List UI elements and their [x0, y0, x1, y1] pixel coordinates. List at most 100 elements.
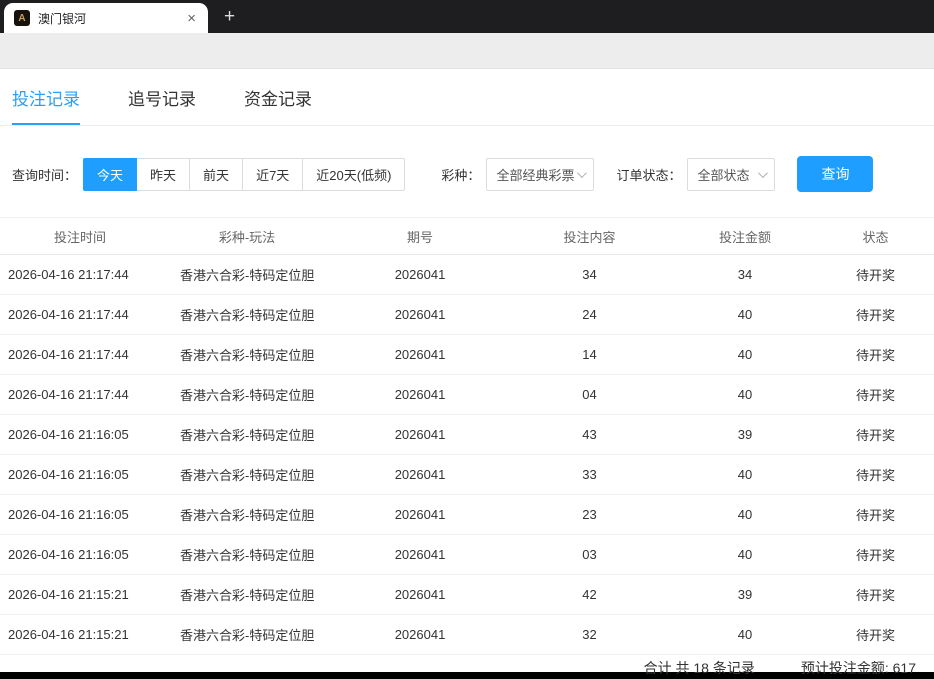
table-cell: 40 — [673, 295, 817, 335]
table-cell: 34 — [506, 255, 673, 295]
status-filter-label: 订单状态： — [616, 165, 681, 184]
table-cell: 2026041 — [334, 615, 506, 655]
table-cell: 2026-04-16 21:17:44 — [0, 255, 160, 295]
table-row: 2026-04-16 21:17:44香港六合彩-特码定位胆2026041244… — [0, 295, 934, 335]
table-cell: 2026041 — [334, 455, 506, 495]
lottery-select-value: 全部经典彩票 — [496, 165, 574, 184]
table-cell: 香港六合彩-特码定位胆 — [160, 335, 334, 375]
table-cell: 待开奖 — [817, 495, 934, 535]
record-count-text: 合计 共 18 条记录 — [644, 658, 755, 678]
site-favicon-icon: A — [14, 10, 30, 26]
table-cell: 2026-04-16 21:16:05 — [0, 415, 160, 455]
table-cell: 2026-04-16 21:17:44 — [0, 375, 160, 415]
table-header-cell: 状态 — [817, 218, 934, 255]
table-header-row: 投注时间彩种-玩法期号投注内容投注金额状态 — [0, 218, 934, 255]
table-cell: 2026041 — [334, 415, 506, 455]
table-row: 2026-04-16 21:17:44香港六合彩-特码定位胆2026041343… — [0, 255, 934, 295]
table-cell: 40 — [673, 495, 817, 535]
table-row: 2026-04-16 21:16:05香港六合彩-特码定位胆2026041234… — [0, 495, 934, 535]
time-option-1[interactable]: 昨天 — [136, 158, 190, 191]
browser-tab[interactable]: A 澳门银河 × — [4, 3, 208, 33]
table-cell: 39 — [673, 415, 817, 455]
table-row: 2026-04-16 21:15:21香港六合彩-特码定位胆2026041324… — [0, 615, 934, 655]
table-row: 2026-04-16 21:16:05香港六合彩-特码定位胆2026041433… — [0, 415, 934, 455]
table-row: 2026-04-16 21:17:44香港六合彩-特码定位胆2026041044… — [0, 375, 934, 415]
table-cell: 40 — [673, 335, 817, 375]
table-cell: 2026-04-16 21:16:05 — [0, 535, 160, 575]
table-cell: 2026041 — [334, 575, 506, 615]
time-filter-label: 查询时间： — [12, 165, 77, 184]
table-cell: 2026-04-16 21:16:05 — [0, 455, 160, 495]
table-cell: 43 — [506, 415, 673, 455]
table-body: 2026-04-16 21:17:44香港六合彩-特码定位胆2026041343… — [0, 255, 934, 655]
table-cell: 香港六合彩-特码定位胆 — [160, 455, 334, 495]
bet-records-table: 投注时间彩种-玩法期号投注内容投注金额状态 2026-04-16 21:17:4… — [0, 217, 934, 655]
table-cell: 2026-04-16 21:16:05 — [0, 495, 160, 535]
time-option-0[interactable]: 今天 — [83, 158, 137, 191]
time-filter-group: 今天昨天前天近7天近20天(低频) — [83, 158, 405, 191]
table-cell: 2026041 — [334, 255, 506, 295]
table-cell: 2026041 — [334, 335, 506, 375]
table-cell: 40 — [673, 375, 817, 415]
estimated-amount-text: 预计投注金额: 617 — [801, 658, 916, 678]
table-cell: 40 — [673, 615, 817, 655]
browser-tab-strip: A 澳门银河 × + — [0, 0, 934, 33]
table-cell: 待开奖 — [817, 255, 934, 295]
table-header-cell: 期号 — [334, 218, 506, 255]
table-cell: 香港六合彩-特码定位胆 — [160, 375, 334, 415]
table-cell: 40 — [673, 535, 817, 575]
table-header-cell: 彩种-玩法 — [160, 218, 334, 255]
filter-bar: 查询时间： 今天昨天前天近7天近20天(低频) 彩种： 全部经典彩票 订单状态：… — [0, 156, 934, 192]
table-cell: 待开奖 — [817, 535, 934, 575]
table-cell: 2026041 — [334, 295, 506, 335]
table-cell: 待开奖 — [817, 575, 934, 615]
table-cell: 04 — [506, 375, 673, 415]
status-select[interactable]: 全部状态 — [687, 158, 775, 191]
table-cell: 40 — [673, 455, 817, 495]
table-cell: 32 — [506, 615, 673, 655]
lottery-filter-label: 彩种： — [441, 165, 480, 184]
browser-tab-title: 澳门银河 — [38, 10, 183, 27]
chevron-down-icon — [758, 168, 768, 178]
table-cell: 待开奖 — [817, 615, 934, 655]
table-cell: 24 — [506, 295, 673, 335]
table-header-cell: 投注金额 — [673, 218, 817, 255]
table-cell: 香港六合彩-特码定位胆 — [160, 535, 334, 575]
table-cell: 2026041 — [334, 375, 506, 415]
table-cell: 待开奖 — [817, 375, 934, 415]
table-cell: 香港六合彩-特码定位胆 — [160, 255, 334, 295]
table-cell: 香港六合彩-特码定位胆 — [160, 295, 334, 335]
table-cell: 2026041 — [334, 535, 506, 575]
table-row: 2026-04-16 21:17:44香港六合彩-特码定位胆2026041144… — [0, 335, 934, 375]
table-cell: 14 — [506, 335, 673, 375]
table-cell: 2026041 — [334, 495, 506, 535]
table-header-cell: 投注内容 — [506, 218, 673, 255]
table-cell: 香港六合彩-特码定位胆 — [160, 615, 334, 655]
nav-tab-1[interactable]: 追号记录 — [128, 85, 196, 125]
time-option-4[interactable]: 近20天(低频) — [302, 158, 405, 191]
query-button[interactable]: 查询 — [797, 156, 873, 192]
new-tab-icon[interactable]: + — [224, 7, 235, 26]
browser-toolbar — [0, 33, 934, 69]
status-select-value: 全部状态 — [697, 165, 749, 184]
chevron-down-icon — [577, 168, 587, 178]
table-cell: 2026-04-16 21:17:44 — [0, 295, 160, 335]
table-header-cell: 投注时间 — [0, 218, 160, 255]
nav-tabs: 投注记录 追号记录 资金记录 — [0, 69, 934, 126]
table-cell: 2026-04-16 21:15:21 — [0, 615, 160, 655]
time-option-3[interactable]: 近7天 — [242, 158, 303, 191]
lottery-select[interactable]: 全部经典彩票 — [486, 158, 594, 191]
table-cell: 待开奖 — [817, 415, 934, 455]
table-cell: 香港六合彩-特码定位胆 — [160, 575, 334, 615]
table-cell: 03 — [506, 535, 673, 575]
table-cell: 2026-04-16 21:15:21 — [0, 575, 160, 615]
time-option-2[interactable]: 前天 — [189, 158, 243, 191]
table-cell: 香港六合彩-特码定位胆 — [160, 415, 334, 455]
tab-close-icon[interactable]: × — [183, 10, 200, 27]
nav-tab-0[interactable]: 投注记录 — [12, 85, 80, 125]
page-content: 投注记录 追号记录 资金记录 查询时间： 今天昨天前天近7天近20天(低频) 彩种：… — [0, 69, 934, 672]
table-cell: 34 — [673, 255, 817, 295]
table-cell: 33 — [506, 455, 673, 495]
nav-tab-2[interactable]: 资金记录 — [244, 85, 312, 125]
table-summary: 合计 共 18 条记录 预计投注金额: 617 — [0, 655, 934, 679]
